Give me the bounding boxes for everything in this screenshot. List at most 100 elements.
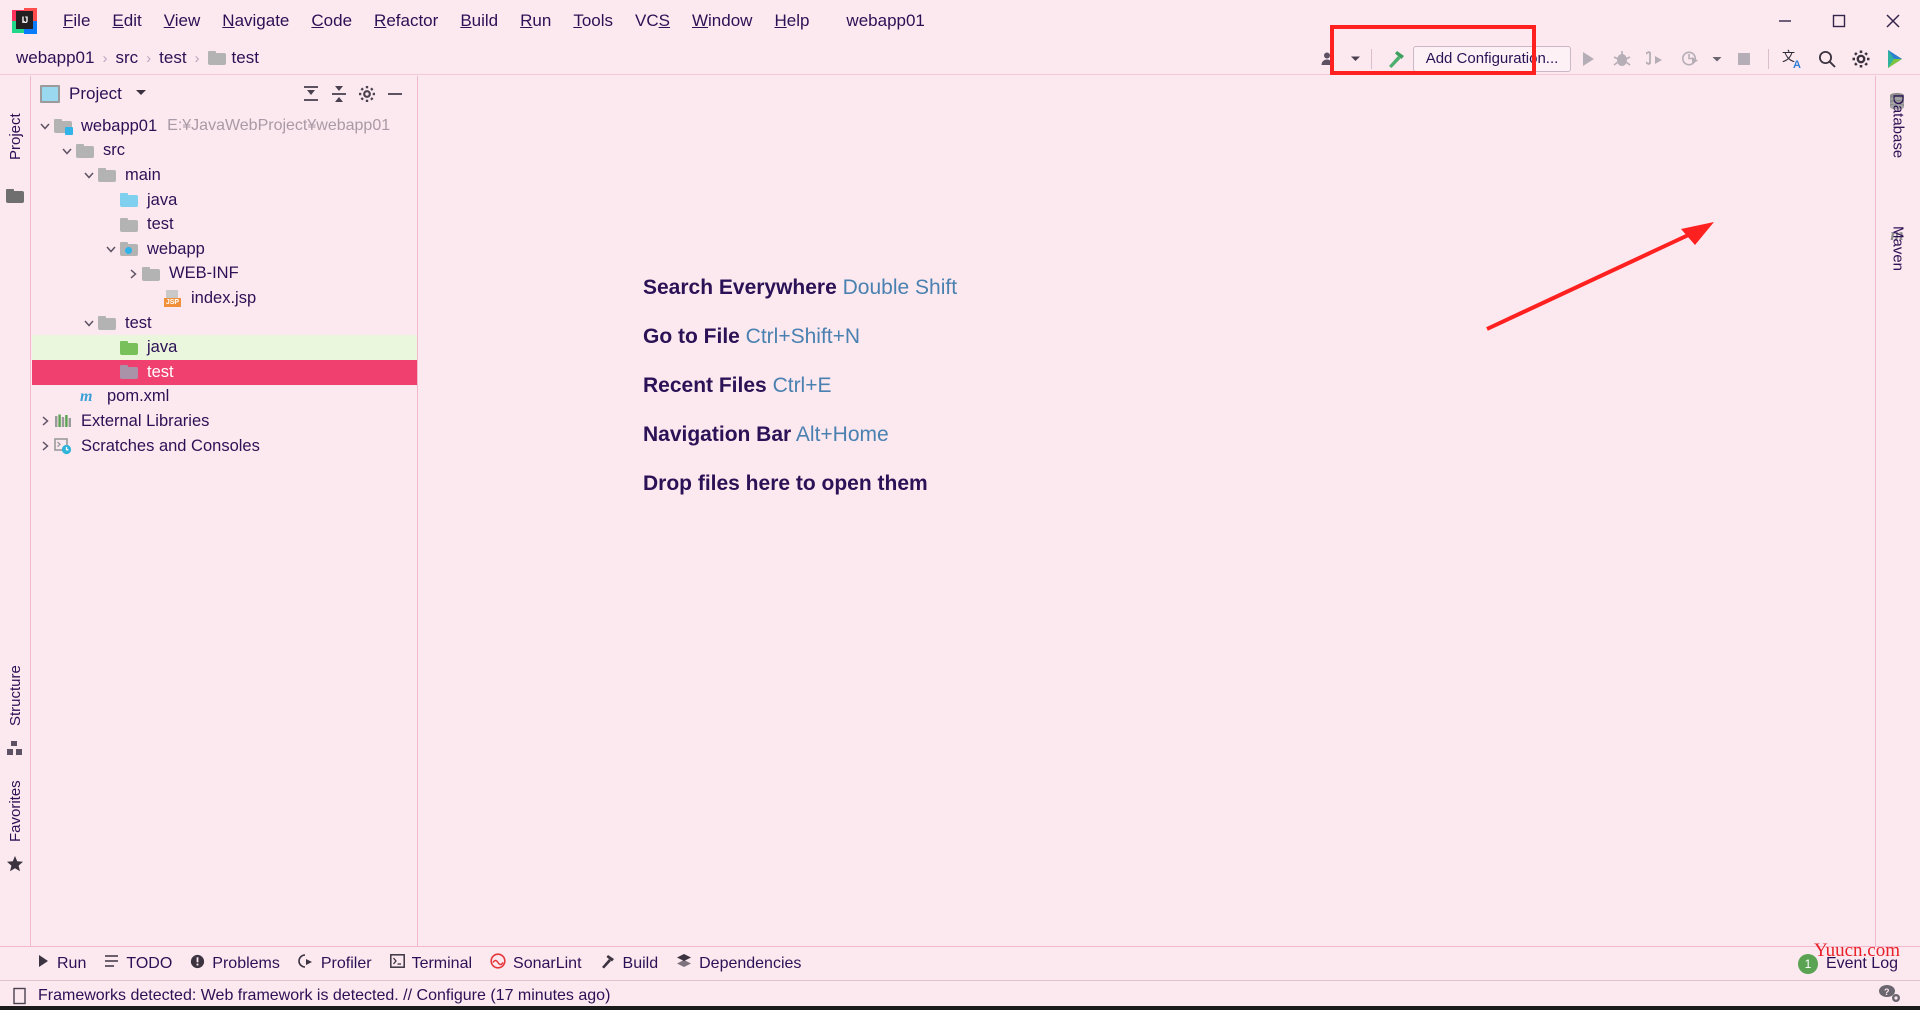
tree-row-main-test[interactable]: test	[32, 212, 417, 237]
hint-action-label: Recent Files	[643, 374, 767, 397]
sidebar-tab-maven[interactable]: Maven	[1878, 226, 1918, 318]
bottom-tab-label: Profiler	[320, 954, 372, 972]
bottom-tab-label: Dependencies	[699, 954, 802, 972]
chevron-down-icon[interactable]	[36, 120, 54, 132]
tree-row-main-java[interactable]: java	[32, 188, 417, 213]
bottom-tab-terminal[interactable]: Terminal	[389, 954, 472, 973]
sidebar-tab-project[interactable]: Project	[0, 84, 31, 166]
tree-label: pom.xml	[107, 387, 170, 406]
translate-icon[interactable]: 文 A	[1776, 42, 1810, 75]
hint-action-label: Search Everywhere	[643, 276, 837, 299]
breadcrumb-item-2[interactable]: test	[159, 48, 186, 68]
welcome-hints: Search Everywhere Double Shift Go to Fil…	[643, 276, 957, 496]
settings-gear-icon[interactable]	[353, 80, 381, 108]
maximize-icon[interactable]	[1812, 0, 1866, 42]
chevron-right-icon[interactable]	[36, 440, 54, 452]
user-account-icon[interactable]	[1312, 42, 1346, 75]
hint-action-label: Navigation Bar	[643, 423, 792, 446]
chevron-right-icon[interactable]	[124, 268, 142, 280]
minimize-icon[interactable]	[1758, 0, 1812, 42]
app-launcher-icon[interactable]	[1878, 42, 1912, 75]
breadcrumb-separator: ›	[146, 49, 152, 67]
folder-icon	[142, 266, 162, 281]
bottom-tab-problems[interactable]: Problems	[190, 954, 280, 974]
tree-label: webapp	[147, 239, 205, 258]
search-icon[interactable]	[1810, 42, 1844, 75]
tree-row-webapp01[interactable]: webapp01 E:¥JavaWebProject¥webapp01	[32, 114, 417, 139]
menu-window[interactable]: Window	[681, 7, 763, 35]
chevron-down-icon[interactable]	[1346, 42, 1364, 75]
menu-navigate[interactable]: Navigate	[211, 7, 300, 35]
chevron-down-icon[interactable]	[1707, 42, 1727, 75]
tree-row-scratches-and-consoles[interactable]: Scratches and Consoles	[32, 434, 417, 459]
svg-text:A: A	[1793, 59, 1801, 70]
tree-row-test-test[interactable]: test	[32, 359, 417, 385]
chevron-down-icon[interactable]	[102, 243, 120, 255]
debug-icon[interactable]	[1605, 42, 1639, 75]
bottom-tab-sonarlint[interactable]: SonarLint	[490, 953, 582, 974]
settings-gear-icon[interactable]	[1844, 42, 1878, 75]
hide-panel-icon[interactable]	[381, 80, 409, 108]
sidebar-tab-database[interactable]: Database	[1878, 94, 1918, 204]
bottom-tab-run[interactable]: Run	[36, 954, 86, 973]
menu-view[interactable]: View	[153, 7, 212, 35]
tree-label: src	[103, 141, 125, 160]
menu-help[interactable]: Help	[763, 7, 820, 35]
breadcrumb-item-0[interactable]: webapp01	[16, 48, 94, 68]
breadcrumb-item-3[interactable]: test	[207, 48, 259, 68]
tree-row-src[interactable]: src	[32, 139, 417, 164]
folder-icon	[76, 143, 96, 158]
bottom-tab-dependencies[interactable]: Dependencies	[676, 953, 801, 974]
menu-refactor[interactable]: Refactor	[363, 7, 449, 35]
menu-vcs[interactable]: VCS	[624, 7, 681, 35]
menu-file[interactable]: File	[52, 7, 101, 35]
run-with-coverage-icon[interactable]	[1639, 42, 1673, 75]
tree-label: WEB-INF	[169, 264, 239, 283]
sidebar-tab-favorites[interactable]: Favorites	[0, 748, 31, 848]
bottom-tab-todo[interactable]: TODO	[104, 954, 172, 973]
bottom-tab-profiler[interactable]: Profiler	[298, 953, 372, 974]
build-hammer-icon[interactable]	[1379, 42, 1413, 75]
chevron-right-icon[interactable]	[36, 415, 54, 427]
hint-shortcut-label: Alt+Home	[795, 423, 889, 446]
menu-code[interactable]: Code	[300, 7, 363, 35]
chevron-down-icon[interactable]	[134, 85, 148, 104]
add-configuration-button[interactable]: Add Configuration...	[1413, 45, 1571, 72]
tree-row-test[interactable]: test	[32, 311, 417, 336]
toolbar-divider	[1371, 48, 1372, 69]
folder-icon	[120, 365, 140, 380]
module-folder-icon	[54, 119, 74, 136]
bottom-tool-window-bar: Run TODO Problems Profiler Terminal Sona…	[0, 940, 1920, 980]
tree-row-index-jsp[interactable]: JSP index.jsp	[32, 286, 417, 311]
tree-row-main[interactable]: main	[32, 163, 417, 188]
chevron-down-icon[interactable]	[80, 169, 98, 181]
bottom-tab-label: SonarLint	[513, 954, 582, 972]
tree-row-test-java[interactable]: java	[32, 335, 417, 360]
sidebar-tab-structure[interactable]: Structure	[0, 636, 31, 732]
bottom-tab-build[interactable]: Build	[600, 953, 658, 974]
tree-row-pom-xml[interactable]: m pom.xml	[32, 385, 417, 410]
stop-icon[interactable]	[1727, 42, 1761, 75]
window-controls	[1758, 0, 1920, 42]
tree-row-external-libraries[interactable]: External Libraries	[32, 409, 417, 434]
chevron-down-icon[interactable]	[80, 317, 98, 329]
menu-run[interactable]: Run	[509, 7, 562, 35]
breadcrumb-item-3-label: test	[231, 48, 259, 67]
help-settings-icon[interactable]: ?	[1878, 983, 1902, 1008]
tree-row-web-inf[interactable]: WEB-INF	[32, 262, 417, 287]
tree-row-webapp[interactable]: webapp	[32, 237, 417, 262]
breadcrumb-separator: ›	[194, 49, 200, 67]
menu-edit[interactable]: Edit	[101, 7, 152, 35]
menu-tools[interactable]: Tools	[562, 7, 624, 35]
run-icon[interactable]	[1571, 42, 1605, 75]
expand-all-icon[interactable]	[297, 80, 325, 108]
close-icon[interactable]	[1866, 0, 1920, 42]
notification-icon	[12, 987, 30, 1005]
hint-navigation-bar: Navigation Bar Alt+Home	[643, 423, 957, 447]
profile-icon[interactable]	[1673, 42, 1707, 75]
chevron-down-icon[interactable]	[58, 145, 76, 157]
menu-build[interactable]: Build	[449, 7, 509, 35]
folder-icon	[98, 316, 118, 331]
collapse-all-icon[interactable]	[325, 80, 353, 108]
breadcrumb-item-1[interactable]: src	[115, 48, 138, 68]
